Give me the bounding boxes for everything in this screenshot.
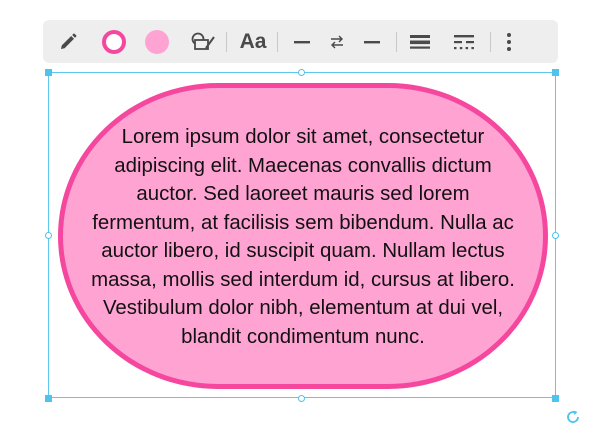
resize-handle-bottom-right[interactable] xyxy=(552,395,559,402)
fill-color-swatch xyxy=(145,29,169,54)
toolbar-divider xyxy=(226,31,227,52)
resize-handle-bottom-left[interactable] xyxy=(45,395,52,402)
line-weight-icon xyxy=(410,34,430,49)
line-style-button[interactable] xyxy=(452,26,476,58)
shape-toolbar: Aa xyxy=(43,20,558,63)
line-end-icon xyxy=(364,40,380,43)
more-options-icon xyxy=(507,32,511,51)
toolbar-divider xyxy=(396,31,397,52)
line-start-button[interactable] xyxy=(290,26,314,58)
pencil-icon xyxy=(61,33,77,49)
more-options-button[interactable] xyxy=(499,26,519,58)
font-button[interactable]: Aa xyxy=(236,26,270,58)
resize-handle-top-left[interactable] xyxy=(45,69,52,76)
swap-line-ends-button[interactable] xyxy=(326,26,348,58)
font-label: Aa xyxy=(239,29,267,53)
rounded-shape[interactable]: Lorem ipsum dolor sit amet, consectetur … xyxy=(58,83,548,389)
resize-handle-right[interactable] xyxy=(552,232,559,239)
line-end-button[interactable] xyxy=(360,26,384,58)
toolbar-divider xyxy=(277,31,278,52)
stroke-color-button[interactable] xyxy=(101,26,127,58)
shape-text[interactable]: Lorem ipsum dolor sit amet, consectetur … xyxy=(88,123,518,351)
canvas: Aa Lorem ipsum dolor sit amet, consectet… xyxy=(0,0,607,440)
fill-color-button[interactable] xyxy=(144,26,170,58)
resize-handle-left[interactable] xyxy=(45,232,52,239)
toolbar-divider xyxy=(490,31,491,52)
shape-style-icon xyxy=(191,32,215,50)
shape-style-button[interactable] xyxy=(190,26,216,58)
edit-button[interactable] xyxy=(55,26,81,58)
line-style-icon xyxy=(454,34,474,49)
resize-handle-top-right[interactable] xyxy=(552,69,559,76)
line-start-icon xyxy=(294,40,310,43)
resize-handle-top[interactable] xyxy=(298,69,305,76)
rotate-icon[interactable] xyxy=(564,408,582,426)
stroke-color-swatch xyxy=(102,29,126,54)
swap-arrows-icon xyxy=(331,35,343,48)
line-weight-button[interactable] xyxy=(407,26,433,58)
resize-handle-bottom[interactable] xyxy=(298,395,305,402)
